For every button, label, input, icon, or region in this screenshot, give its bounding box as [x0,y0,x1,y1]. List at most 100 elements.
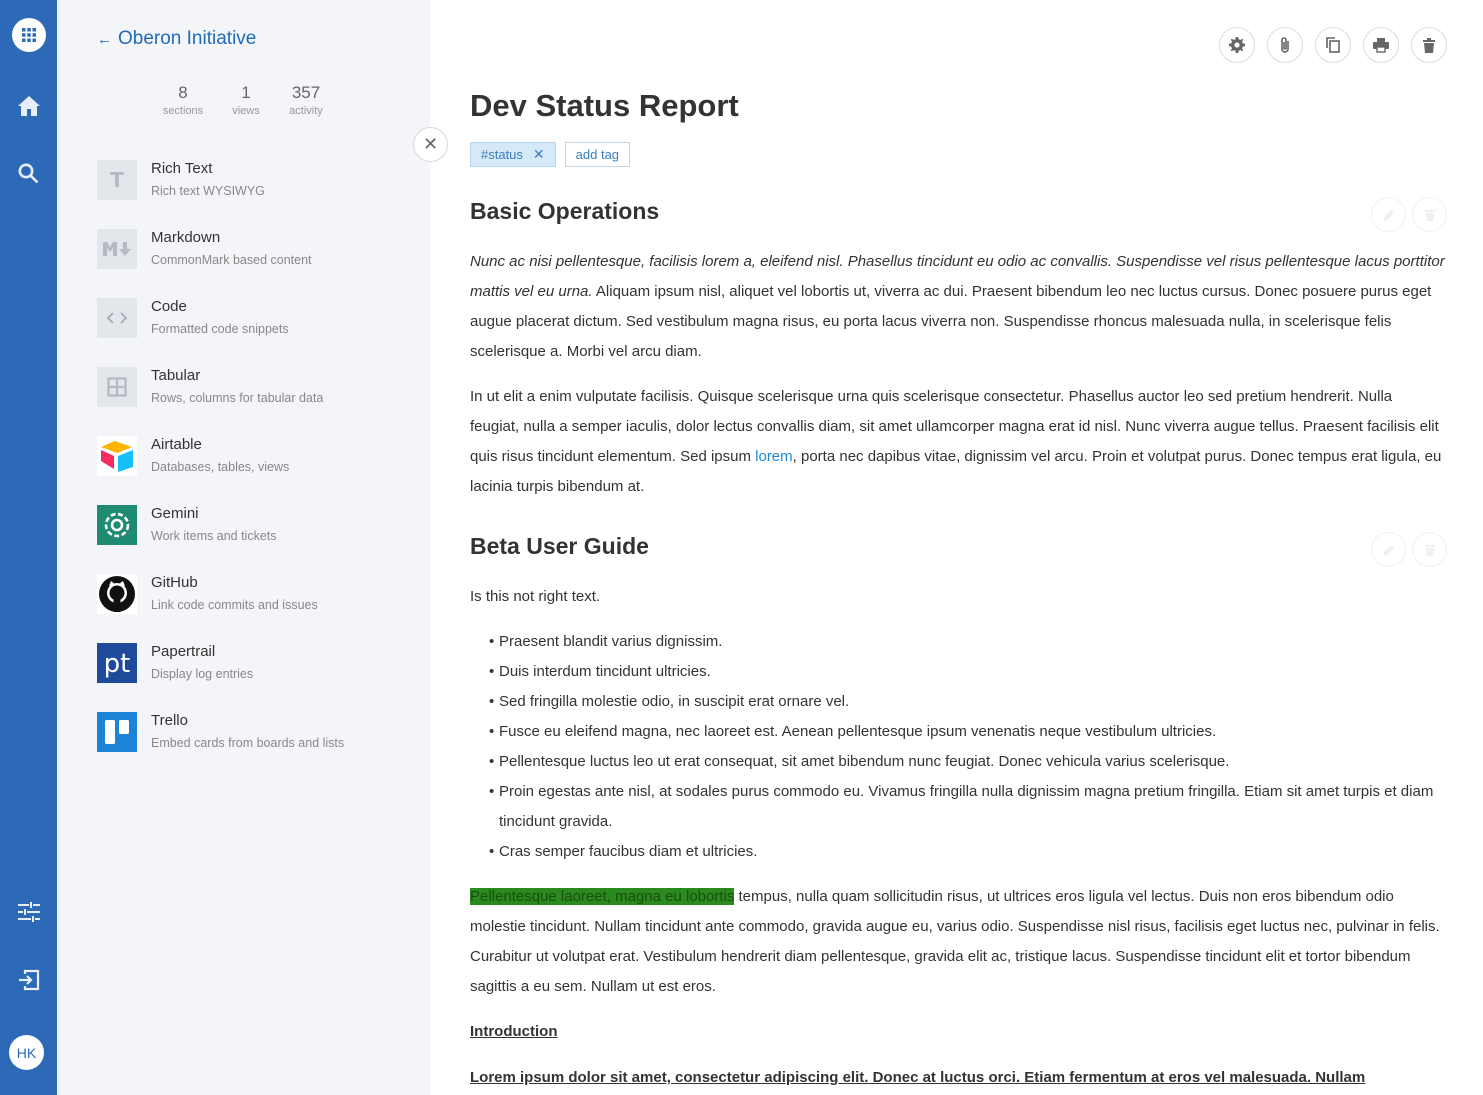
highlighted-text: Pellentesque laoreet, magna eu lobortis [470,888,735,905]
svg-text:pt: pt [104,649,131,679]
trello-logo-icon [97,712,137,752]
section-type-papertrail[interactable]: pt Papertrail Display log entries [97,639,397,699]
stat-value: 8 [178,83,188,102]
document-toolbar [1219,27,1447,63]
logout-button[interactable] [0,960,57,1000]
papertrail-logo-icon: pt [97,643,137,683]
stats: 8 sections 1 views 357 activity [157,83,329,117]
paragraph: Nunc ac nisi pellentesque, facilisis lor… [470,247,1445,367]
document-title: Dev Status Report [470,88,739,123]
paragraph: Is this not right text. [470,588,601,605]
back-link-label: Oberon Initiative [118,28,257,49]
remove-tag-icon[interactable]: ✕ [533,146,545,163]
trash-icon [1423,37,1435,53]
edit-section-button[interactable] [1371,532,1406,567]
stat-label: sections [162,105,204,117]
table-icon [97,367,137,407]
rich-text-icon: T [97,160,137,200]
list-item: Duis interdum tincidunt ultricies. [489,657,1450,687]
sliders-button[interactable] [0,892,57,932]
section-type-title: Rich Text [151,160,213,177]
delete-button[interactable] [1411,27,1447,63]
section-type-title: Papertrail [151,643,216,660]
stat-views: 1 views [209,83,283,117]
tag-label: #status [481,147,523,162]
paperclip-icon [1281,37,1289,53]
stat-value: 357 [291,83,321,102]
section-type-desc: Formatted code snippets [151,322,289,336]
home-icon [17,96,40,116]
delete-section-button[interactable] [1412,532,1447,567]
section-type-title: GitHub [151,574,198,591]
section-type-title: Markdown [151,229,221,246]
list-item: Praesent blandit varius dignissim. [489,627,1450,657]
bullet-list: Praesent blandit varius dignissim. Duis … [489,627,1450,867]
settings-button[interactable] [1219,27,1255,63]
delete-section-button[interactable] [1412,197,1447,232]
introduction-heading: Introduction [470,1023,558,1040]
section-type-desc: CommonMark based content [151,253,312,267]
add-tag-label: add tag [575,147,620,162]
stat-activity: 357 activity [283,83,329,117]
section-type-rich-text[interactable]: T Rich Text Rich text WYSIWYG [97,156,397,216]
stat-value: 1 [241,83,251,102]
markdown-icon [97,229,137,269]
section-type-trello[interactable]: Trello Embed cards from boards and lists [97,708,397,768]
section-type-title: Trello [151,712,188,729]
list-item: Proin egestas ante nisl, at sodales puru… [489,777,1450,837]
section-type-title: Airtable [151,436,202,453]
list-item: Cras semper faucibus diam et ultricies. [489,837,1450,867]
section-panel: ← Oberon Initiative 8 sections 1 views 3… [57,0,448,1095]
search-button[interactable] [0,153,57,193]
document-area: Dev Status Report #status ✕ add tag Basi… [430,0,1483,1095]
user-avatar[interactable]: HK [9,1035,44,1070]
stat-label: activity [289,105,323,117]
pencil-icon [1382,544,1394,556]
section-type-desc: Rich text WYSIWYG [151,184,265,198]
list-item: Sed fringilla molestie odio, in suscipit… [489,687,1450,717]
inline-link[interactable]: lorem [755,448,793,465]
attach-button[interactable] [1267,27,1303,63]
list-item: Fusce eu eleifend magna, nec laoreet est… [489,717,1450,747]
tag-list: #status ✕ add tag [470,142,631,167]
back-link[interactable]: ← Oberon Initiative [97,28,256,50]
logout-icon [18,969,39,991]
app-rail: HK [0,0,57,1095]
section-type-gemini[interactable]: Gemini Work items and tickets [97,501,397,561]
section-type-markdown[interactable]: Markdown CommonMark based content [97,225,397,285]
section-type-github[interactable]: GitHub Link code commits and issues [97,570,397,630]
home-button[interactable] [0,86,57,126]
copy-button[interactable] [1315,27,1351,63]
stat-label: views [232,105,260,117]
airtable-logo-icon [97,436,137,476]
section-type-code[interactable]: Code Formatted code snippets [97,294,397,354]
section-type-title: Tabular [151,367,201,384]
stat-sections: 8 sections [157,83,209,117]
edit-section-button[interactable] [1371,197,1406,232]
section-type-title: Code [151,298,187,315]
gear-icon [1229,37,1245,53]
section-type-tabular[interactable]: Tabular Rows, columns for tabular data [97,363,397,423]
paragraph: In ut elit a enim vulputate facilisis. Q… [470,382,1445,502]
paragraph: Pellentesque laoreet, magna eu lobortis … [470,882,1445,1002]
underlined-text: Lorem ipsum dolor sit amet, consectetur … [470,1069,1366,1086]
section-heading: Basic Operations [470,198,660,224]
pencil-icon [1382,209,1394,221]
trash-icon [1424,544,1435,556]
section-type-desc: Embed cards from boards and lists [151,736,345,750]
list-item: Pellentesque luctus leo ut erat consequa… [489,747,1450,777]
section-type-airtable[interactable]: Airtable Databases, tables, views [97,432,397,492]
add-tag-button[interactable]: add tag [564,142,631,167]
section-heading: Beta User Guide [470,533,649,559]
copy-icon [1326,37,1340,53]
section-type-desc: Rows, columns for tabular data [151,391,324,405]
gemini-logo-icon [97,505,137,545]
tag-status: #status ✕ [470,142,556,167]
search-icon [18,163,39,183]
apps-button[interactable] [0,15,57,55]
section-type-desc: Databases, tables, views [151,460,290,474]
section-type-title: Gemini [151,505,199,522]
printer-icon [1373,38,1389,53]
text: Aliquam ipsum nisl, aliquet vel lobortis… [470,283,1432,360]
print-button[interactable] [1363,27,1399,63]
